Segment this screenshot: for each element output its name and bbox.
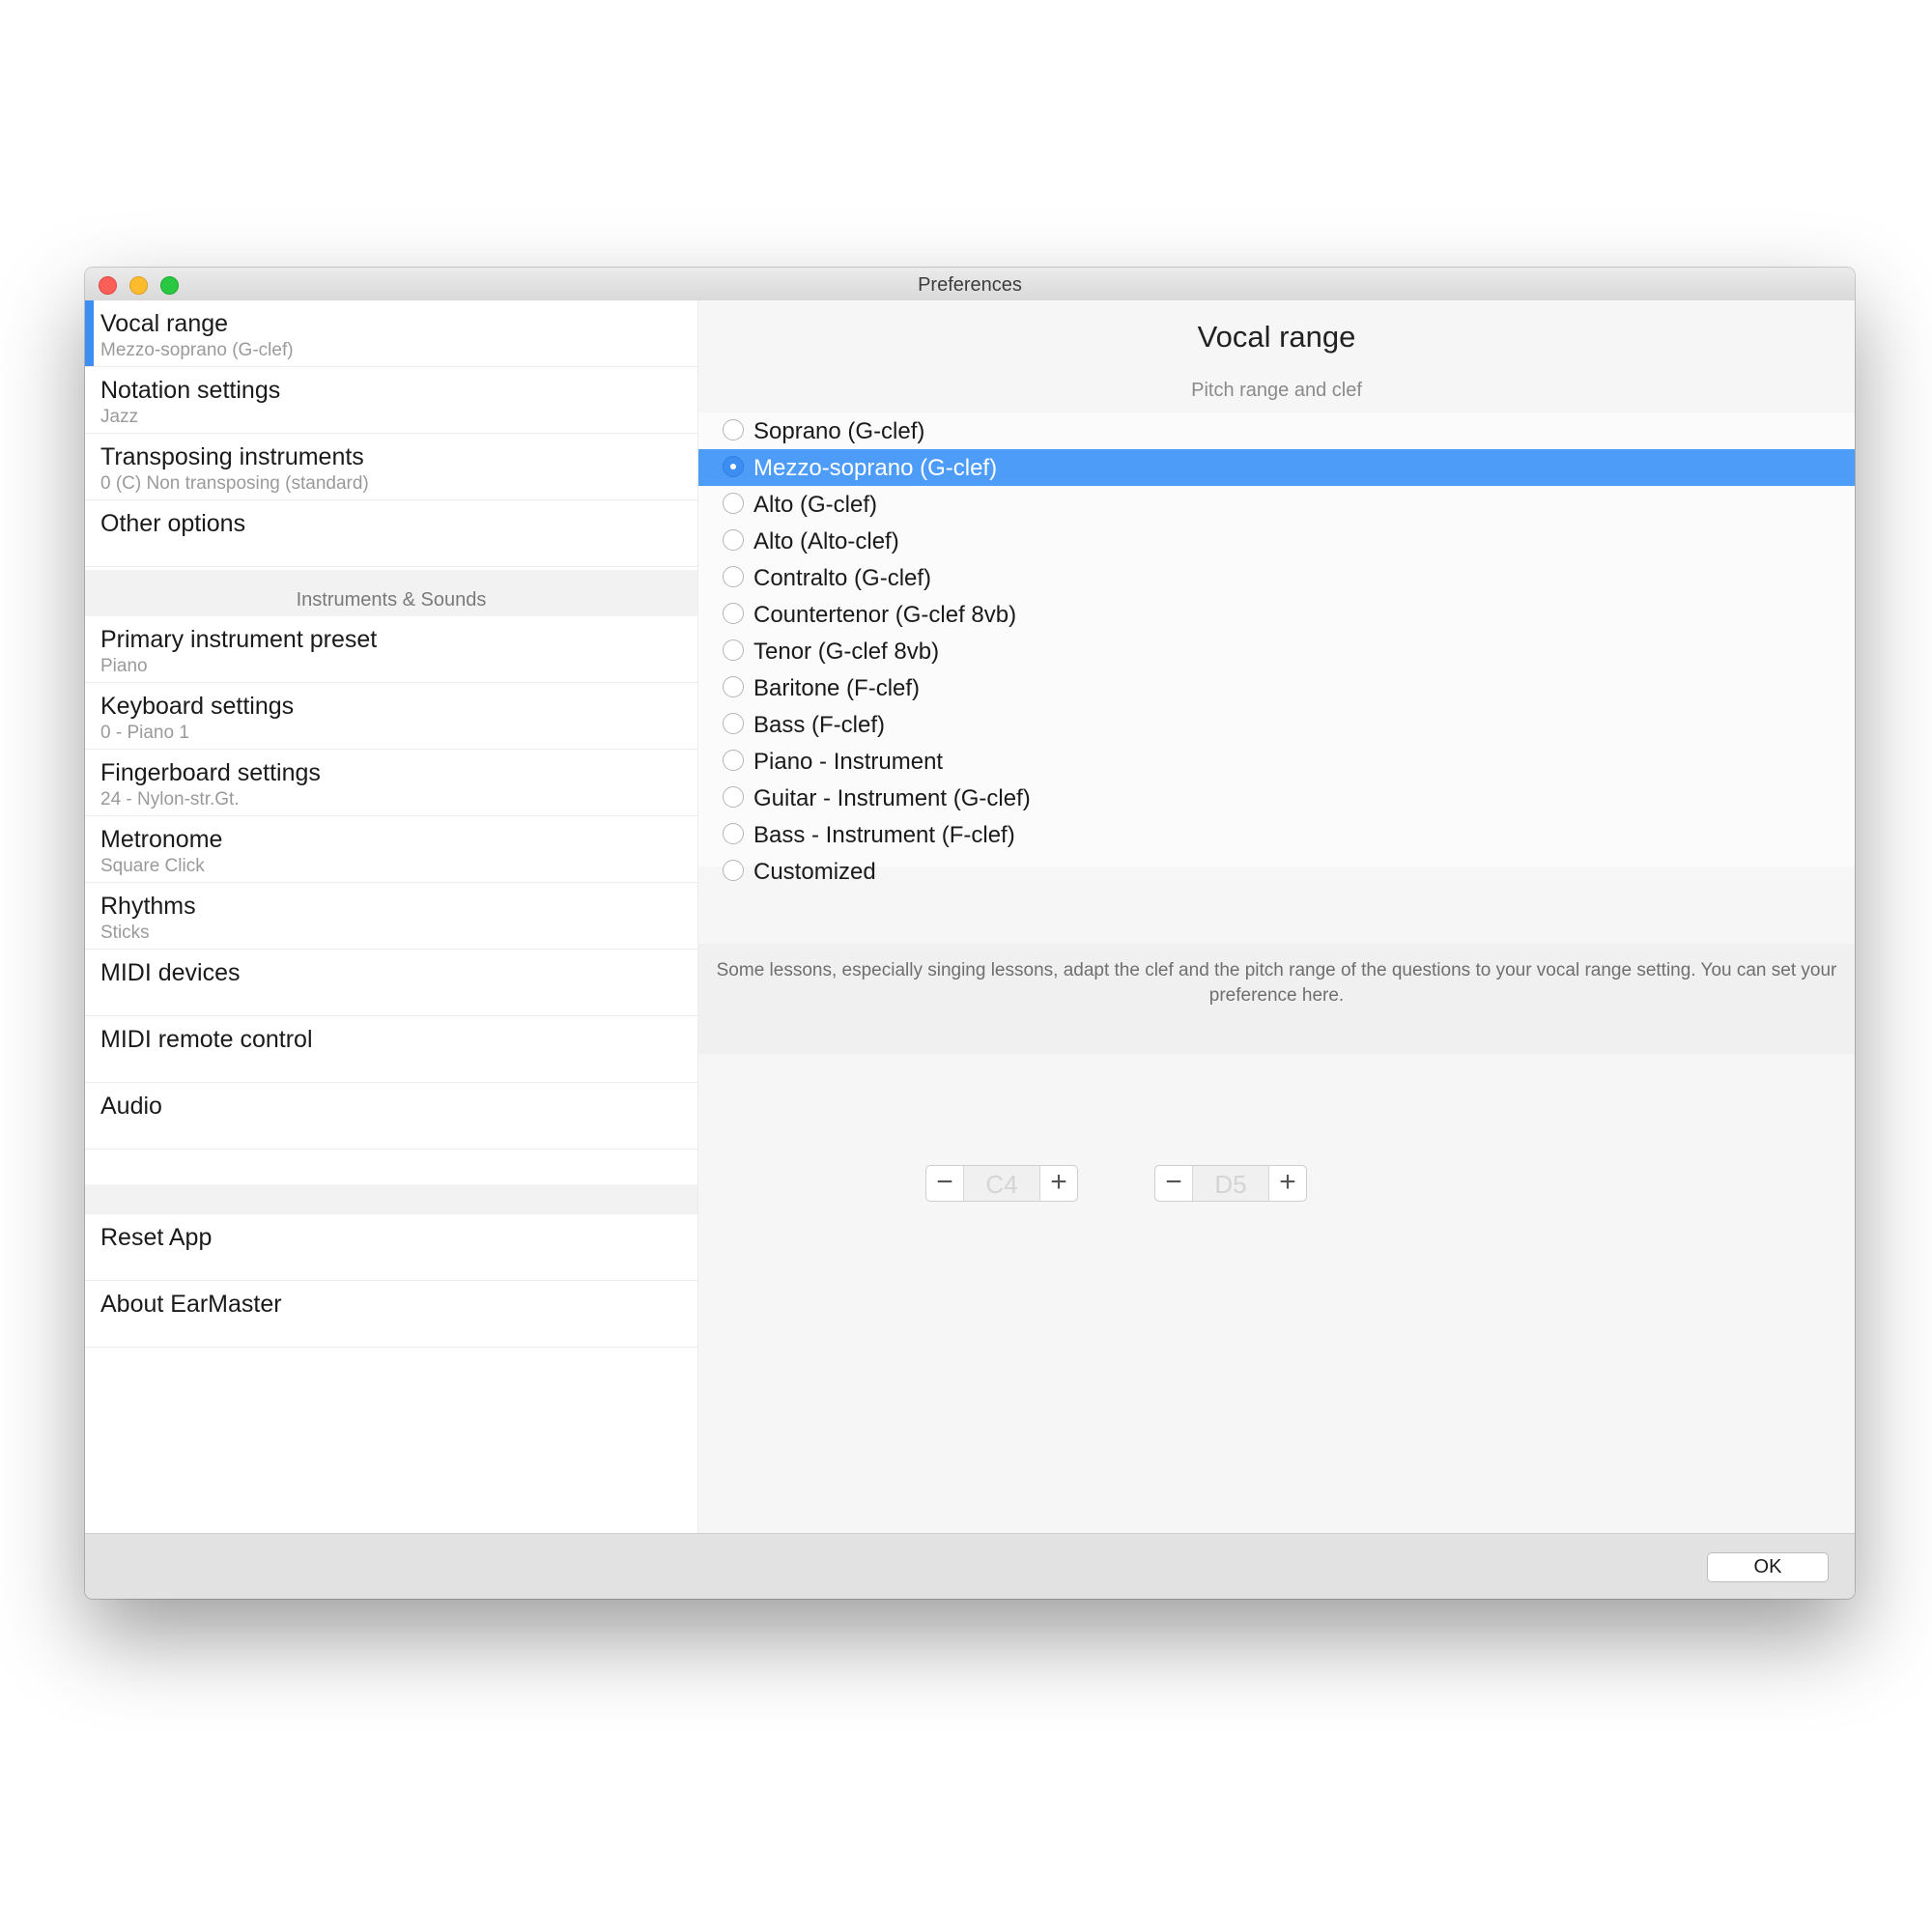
radio-button[interactable] (723, 456, 744, 477)
sidebar-item-label: Metronome (100, 826, 223, 853)
option-bass-f-clef[interactable]: Bass (F-clef) (698, 706, 1855, 743)
option-label: Piano - Instrument (753, 749, 944, 775)
radio-button[interactable] (723, 603, 744, 624)
sidebar-divider (85, 1184, 697, 1214)
high-note-stepper: − D5 + (1154, 1165, 1307, 1202)
sidebar-item-value: 0 (C) Non transposing (standard) (100, 473, 369, 494)
sidebar-item-label: About EarMaster (100, 1291, 282, 1318)
low-note-decrement-button[interactable]: − (926, 1166, 964, 1201)
sidebar-item-midi-remote-control[interactable]: MIDI remote control (85, 1016, 697, 1083)
option-mezzo-soprano-g-clef[interactable]: Mezzo-soprano (G-clef) (698, 449, 1855, 486)
window-title: Preferences (918, 274, 1022, 296)
vocal-range-options: Soprano (G-clef) Mezzo-soprano (G-clef) … (698, 412, 1855, 885)
radio-button[interactable] (723, 713, 744, 734)
option-tenor-g-clef-8vb[interactable]: Tenor (G-clef 8vb) (698, 633, 1855, 669)
radio-button[interactable] (723, 493, 744, 514)
sidebar-item-label: Reset App (100, 1224, 213, 1251)
sidebar-item-label: Rhythms (100, 893, 196, 920)
high-note-increment-button[interactable]: + (1268, 1166, 1306, 1201)
high-note-value: D5 (1214, 1170, 1247, 1199)
sidebar-item-value: Square Click (100, 856, 205, 876)
option-label: Baritone (F-clef) (753, 675, 921, 701)
section-subtitle: Pitch range and clef (1191, 380, 1362, 401)
radio-button[interactable] (723, 823, 744, 844)
option-label: Alto (G-clef) (753, 492, 878, 518)
section-header-instruments-sounds: Instruments & Sounds (85, 570, 697, 616)
sidebar-item-label: MIDI devices (100, 959, 241, 986)
vocal-range-description: Some lessons, especially singing lessons… (698, 944, 1855, 1054)
sidebar-item-label: Other options (100, 510, 246, 537)
radio-button[interactable] (723, 529, 744, 551)
sidebar-item-label: Fingerboard settings (100, 759, 321, 786)
sidebar-item-rhythms[interactable]: Rhythms Sticks (85, 883, 697, 950)
dialog-footer: OK (85, 1533, 1855, 1599)
option-label: Contralto (G-clef) (753, 565, 932, 591)
sidebar-item-value: Piano (100, 656, 148, 676)
sidebar-item-midi-devices[interactable]: MIDI devices (85, 950, 697, 1016)
radio-button[interactable] (723, 676, 744, 697)
sidebar-item-fingerboard-settings[interactable]: Fingerboard settings 24 - Nylon-str.Gt. (85, 750, 697, 816)
title-bar: Preferences (85, 268, 1855, 301)
sidebar-item-transposing-instruments[interactable]: Transposing instruments 0 (C) Non transp… (85, 434, 697, 500)
low-note-increment-button[interactable]: + (1039, 1166, 1077, 1201)
sidebar-item-label: Primary instrument preset (100, 626, 378, 653)
sidebar-item-metronome[interactable]: Metronome Square Click (85, 816, 697, 883)
content-panel: Vocal range Pitch range and clef Soprano… (698, 300, 1855, 1533)
option-baritone-f-clef[interactable]: Baritone (F-clef) (698, 669, 1855, 706)
sidebar-item-value: 24 - Nylon-str.Gt. (100, 789, 240, 810)
sidebar-item-value: 0 - Piano 1 (100, 723, 189, 743)
sidebar-item-keyboard-settings[interactable]: Keyboard settings 0 - Piano 1 (85, 683, 697, 750)
option-customized[interactable]: Customized (698, 853, 1855, 890)
option-soprano-g-clef[interactable]: Soprano (G-clef) (698, 412, 1855, 449)
sidebar-item-value: Mezzo-soprano (G-clef) (100, 340, 294, 360)
sidebar: Vocal range Mezzo-soprano (G-clef) Notat… (85, 300, 698, 1533)
radio-button[interactable] (723, 860, 744, 881)
option-countertenor-g-clef-8vb[interactable]: Countertenor (G-clef 8vb) (698, 596, 1855, 633)
option-label: Customized (753, 859, 876, 885)
sidebar-item-other-options[interactable]: Other options (85, 500, 697, 567)
radio-button[interactable] (723, 750, 744, 771)
option-label: Bass - Instrument (F-clef) (753, 822, 1015, 848)
sidebar-item-reset-app[interactable]: Reset App (85, 1214, 697, 1281)
high-note-decrement-button[interactable]: − (1155, 1166, 1193, 1201)
sidebar-item-label: Notation settings (100, 377, 281, 404)
radio-button[interactable] (723, 639, 744, 661)
sidebar-item-label: Transposing instruments (100, 443, 364, 470)
sidebar-item-value: Sticks (100, 923, 150, 943)
option-bass-instrument-f-clef[interactable]: Bass - Instrument (F-clef) (698, 816, 1855, 853)
radio-button[interactable] (723, 786, 744, 808)
low-note-value: C4 (985, 1170, 1018, 1199)
option-guitar-instrument-g-clef[interactable]: Guitar - Instrument (G-clef) (698, 780, 1855, 816)
option-label: Tenor (G-clef 8vb) (753, 639, 940, 665)
ok-button[interactable]: OK (1707, 1552, 1829, 1582)
sidebar-item-notation-settings[interactable]: Notation settings Jazz (85, 367, 697, 434)
low-note-stepper: − C4 + (925, 1165, 1078, 1202)
sidebar-item-label: MIDI remote control (100, 1026, 313, 1053)
radio-button[interactable] (723, 566, 744, 587)
option-label: Soprano (G-clef) (753, 418, 925, 444)
preferences-window: Preferences Vocal range Mezzo-soprano (G… (85, 268, 1855, 1599)
option-label: Countertenor (G-clef 8vb) (753, 602, 1017, 628)
option-contralto-g-clef[interactable]: Contralto (G-clef) (698, 559, 1855, 596)
option-label: Alto (Alto-clef) (753, 528, 899, 554)
sidebar-item-about-earmaster[interactable]: About EarMaster (85, 1281, 697, 1348)
sidebar-item-primary-instrument-preset[interactable]: Primary instrument preset Piano (85, 616, 697, 683)
sidebar-item-value: Jazz (100, 407, 139, 427)
option-label: Guitar - Instrument (G-clef) (753, 785, 1031, 811)
option-alto-alto-clef[interactable]: Alto (Alto-clef) (698, 523, 1855, 559)
sidebar-item-label: Audio (100, 1093, 162, 1120)
sidebar-item-label: Keyboard settings (100, 693, 295, 720)
option-alto-g-clef[interactable]: Alto (G-clef) (698, 486, 1855, 523)
radio-button[interactable] (723, 419, 744, 440)
option-piano-instrument[interactable]: Piano - Instrument (698, 743, 1855, 780)
option-label: Bass (F-clef) (753, 712, 886, 738)
sidebar-item-vocal-range[interactable]: Vocal range Mezzo-soprano (G-clef) (85, 300, 697, 367)
sidebar-item-label: Vocal range (100, 310, 229, 337)
page-title: Vocal range (1197, 320, 1356, 354)
option-label: Mezzo-soprano (G-clef) (753, 455, 998, 481)
sidebar-item-audio[interactable]: Audio (85, 1083, 697, 1150)
